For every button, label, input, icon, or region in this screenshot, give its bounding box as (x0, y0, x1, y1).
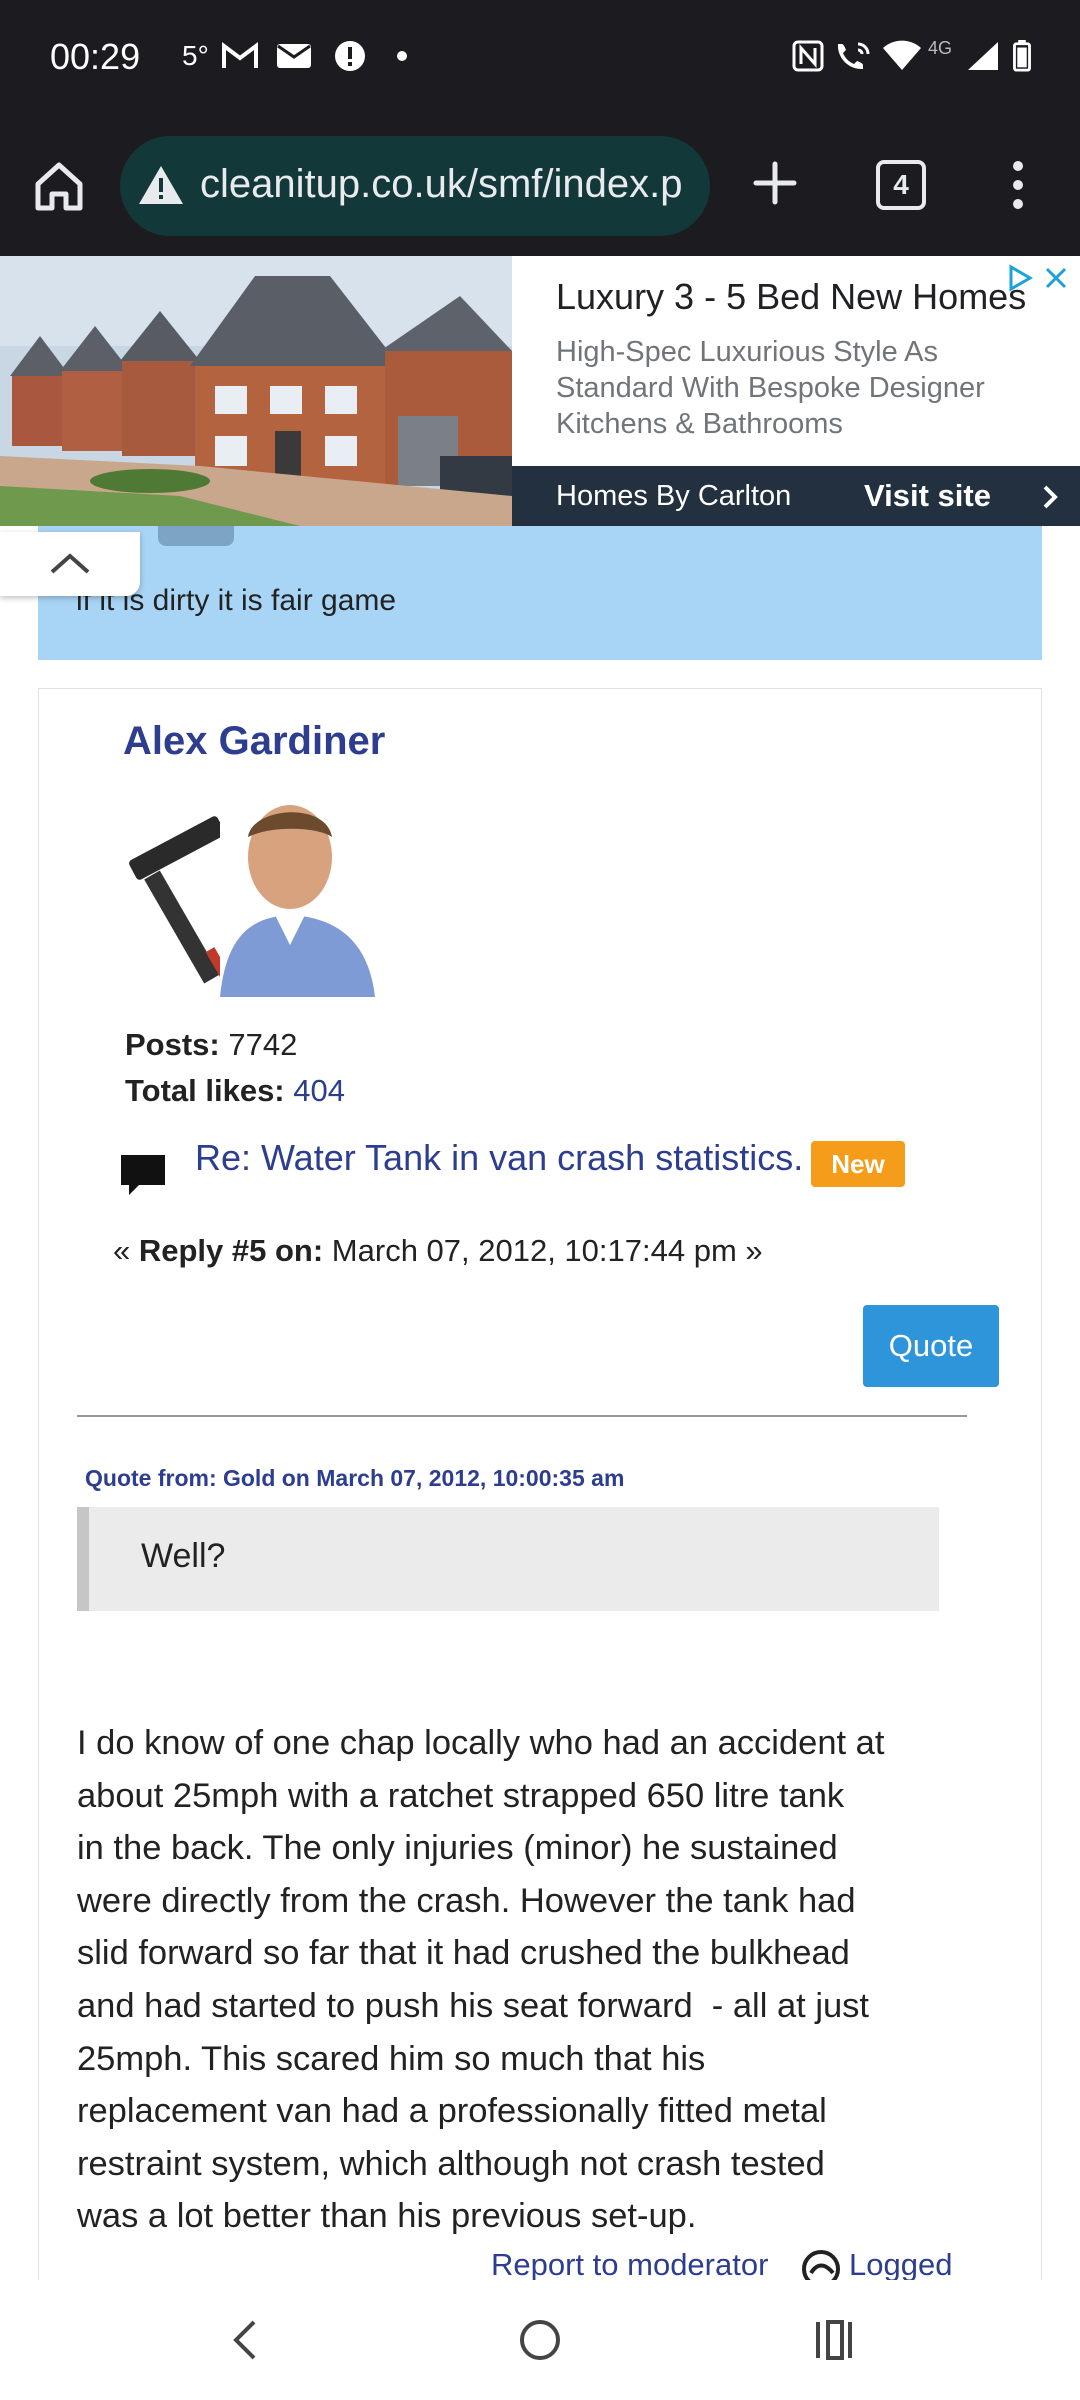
reply-prefix: « (113, 1233, 139, 1268)
dot-icon (397, 51, 407, 61)
battery-icon (1013, 40, 1031, 72)
post-body: I do know of one chap locally who had an… (77, 1717, 977, 2243)
url-text[interactable]: cleanitup.co.uk/smf/index.p (200, 162, 682, 207)
body-line: about 25mph with a ratchet strapped 650 … (77, 1776, 845, 1815)
ad-description[interactable]: High-Spec Luxurious Style As Standard Wi… (556, 334, 1016, 442)
body-line: were directly from the crash. However th… (77, 1881, 856, 1920)
body-line: restraint system, which although not cra… (77, 2144, 825, 2183)
report-to-moderator-link[interactable]: Report to moderator (491, 2247, 768, 2283)
gmail-icon (222, 42, 258, 68)
body-line: I do know of one chap locally who had an… (77, 1724, 885, 1762)
post-author[interactable]: Alex Gardiner (123, 719, 385, 764)
ad-footer[interactable]: Homes By Carlton Visit site (512, 466, 1080, 526)
new-badge: New (811, 1141, 905, 1187)
status-bar: 00:29 5° 4G (0, 0, 1080, 118)
system-nav-bar (0, 2280, 1080, 2400)
quote-button[interactable]: Quote (863, 1305, 999, 1387)
posts-value: 7742 (228, 1027, 298, 1062)
signal-icon (968, 42, 998, 70)
body-line: 25mph. This scared him so much that his (77, 2039, 706, 2078)
wifi-icon (883, 40, 921, 70)
tab-switcher-button[interactable]: 4 (876, 160, 926, 210)
signature-box: if it is dirty it is fair game (38, 526, 1042, 660)
body-line: replacement van had a professionally fit… (77, 2092, 827, 2131)
status-time: 00:29 (50, 36, 141, 77)
back-icon[interactable] (226, 2318, 262, 2362)
more-menu-icon[interactable] (1010, 160, 1026, 210)
post-count: Posts: 7742 (125, 1027, 297, 1063)
reply-label: Reply #5 on: (138, 1233, 324, 1268)
chevron-right-icon[interactable] (1040, 484, 1060, 510)
post-divider (77, 1415, 967, 1417)
network-type: 4G (928, 38, 953, 58)
ad-visit-site-button[interactable]: Visit site (864, 478, 991, 514)
warning-icon[interactable] (138, 164, 184, 206)
chevron-up-icon[interactable] (48, 550, 92, 576)
signature-nub (158, 526, 234, 546)
quoted-text: Well? (141, 1537, 226, 1575)
alert-icon (335, 41, 365, 71)
posts-label: Posts: (125, 1027, 220, 1062)
likes-label: Total likes: (125, 1073, 285, 1108)
total-likes: Total likes: 404 (125, 1073, 345, 1109)
new-tab-icon[interactable] (752, 160, 798, 206)
status-temperature: 5° (182, 40, 209, 71)
quoted-text-box: Well? (77, 1507, 939, 1611)
reply-info: « Reply #5 on: March 07, 2012, 10:17:44 … (113, 1233, 763, 1269)
ad-banner[interactable]: Luxury 3 - 5 Bed New Homes High-Spec Lux… (0, 256, 1080, 526)
likes-value[interactable]: 404 (293, 1073, 345, 1108)
forum-post: Alex Gardiner Posts: 7742 Total likes: 4… (38, 688, 1042, 2289)
logged-link[interactable]: Logged (849, 2247, 952, 2283)
nfc-icon (792, 40, 824, 72)
home-circle-icon[interactable] (518, 2318, 562, 2362)
author-avatar[interactable] (125, 797, 375, 997)
home-icon[interactable] (30, 158, 88, 216)
body-line: and had started to push his seat forward… (77, 1986, 870, 2025)
reply-date: March 07, 2012, 10:17:44 pm » (323, 1233, 763, 1268)
body-line: slid forward so far that it had crushed … (77, 1934, 850, 1973)
ad-title[interactable]: Luxury 3 - 5 Bed New Homes (556, 276, 1026, 318)
ad-close-icon[interactable] (1044, 266, 1068, 290)
post-topic-link[interactable]: Re: Water Tank in van crash statistics. (195, 1137, 803, 1179)
wifi-call-icon (837, 42, 870, 70)
quote-header-link[interactable]: Quote from: Gold on March 07, 2012, 10:0… (85, 1465, 624, 1492)
address-bar[interactable]: cleanitup.co.uk/smf/index.p (120, 136, 710, 236)
browser-toolbar: cleanitup.co.uk/smf/index.p 4 (0, 118, 1080, 256)
ad-collapse-button[interactable] (0, 532, 140, 596)
recents-icon[interactable] (814, 2318, 854, 2362)
ad-image[interactable] (0, 256, 512, 526)
mail-icon (277, 44, 311, 68)
adchoices-icon[interactable] (1006, 264, 1034, 292)
speech-bubble-icon (121, 1155, 165, 1195)
body-line: in the back. The only injuries (minor) h… (77, 1829, 838, 1868)
body-line: was a lot better than his previous set-u… (77, 2197, 697, 2236)
ad-advertiser[interactable]: Homes By Carlton (556, 480, 791, 513)
